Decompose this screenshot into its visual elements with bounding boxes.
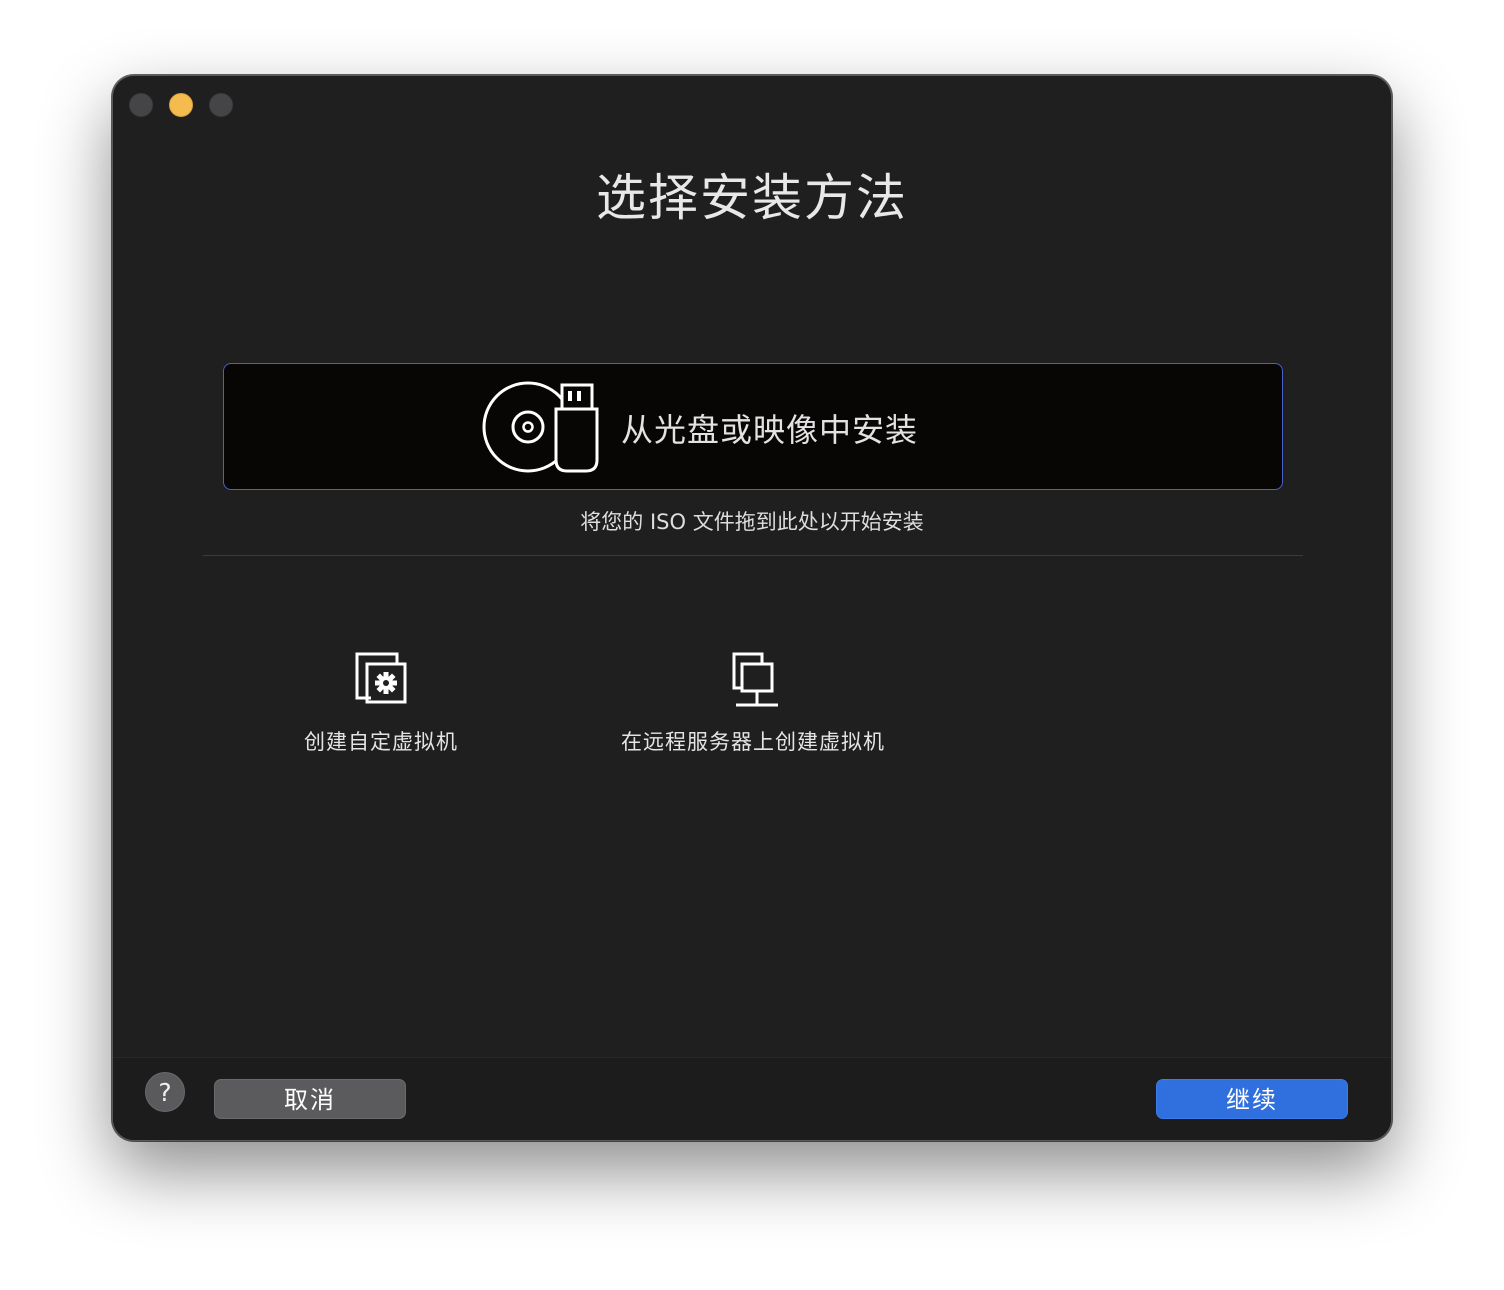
cancel-button[interactable]: 取消 xyxy=(214,1079,406,1119)
zoom-window-button[interactable] xyxy=(209,93,233,117)
section-divider xyxy=(203,555,1303,556)
page-title: 选择安装方法 xyxy=(596,169,908,227)
create-remote-vm-label: 在远程服务器上创建虚拟机 xyxy=(621,730,885,754)
custom-vm-gear-icon xyxy=(355,652,407,704)
footer-bar: ? 取消 继续 xyxy=(113,1057,1391,1140)
close-window-button[interactable] xyxy=(129,93,153,117)
install-from-media-label: 从光盘或映像中安装 xyxy=(621,411,919,449)
disc-usb-icon xyxy=(482,381,599,473)
continue-button[interactable]: 继续 xyxy=(1156,1079,1348,1119)
drop-iso-hint: 将您的 ISO 文件拖到此处以开始安装 xyxy=(580,510,924,534)
install-from-media-option[interactable]: 从光盘或映像中安装 xyxy=(223,363,1283,490)
create-remote-vm-option[interactable]: 在远程服务器上创建虚拟机 xyxy=(593,651,913,756)
help-button[interactable]: ? xyxy=(145,1072,185,1112)
installer-window: 选择安装方法 从光盘或映像中安装 将您的 ISO 文件拖到此处以开始安装 创建自… xyxy=(112,75,1392,1141)
create-custom-vm-label: 创建自定虚拟机 xyxy=(304,730,458,754)
remote-server-icon xyxy=(732,652,778,707)
minimize-window-button[interactable] xyxy=(169,93,193,117)
create-custom-vm-option[interactable]: 创建自定虚拟机 xyxy=(281,651,481,756)
